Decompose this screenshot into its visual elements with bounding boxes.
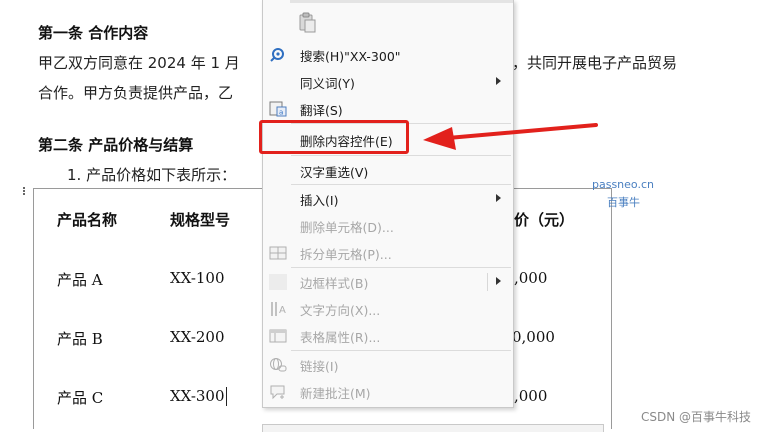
annotation-arrow (423, 123, 598, 150)
csdn-footer: CSDN @百事牛科技 (641, 410, 752, 424)
